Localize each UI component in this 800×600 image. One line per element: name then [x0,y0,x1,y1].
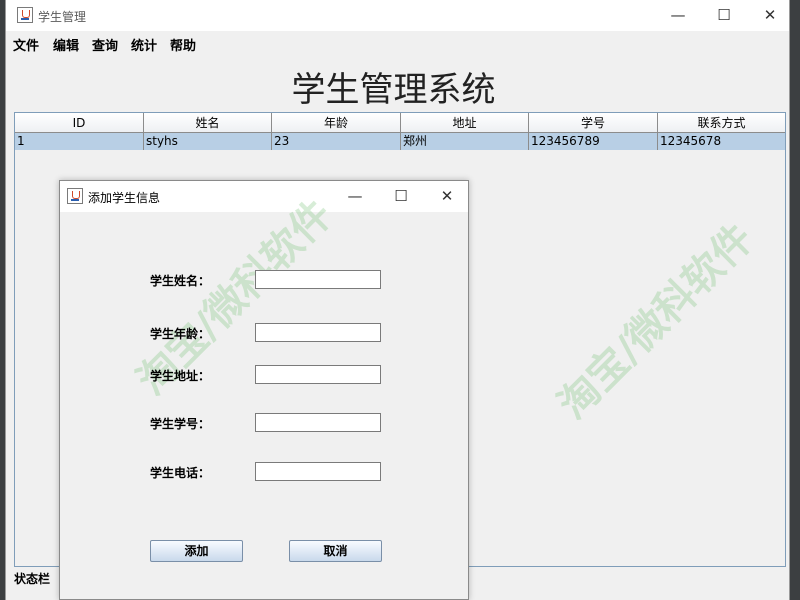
student-address-input[interactable] [255,365,381,384]
close-button[interactable]: ✕ [747,0,789,31]
dialog-maximize-button[interactable]: ☐ [378,181,424,212]
cell-age: 23 [272,133,401,150]
column-header-name[interactable]: 姓名 [144,113,272,133]
student-id-input[interactable] [255,413,381,432]
dialog-title: 添加学生信息 [88,191,161,205]
menu-bar: 文件 编辑 查询 统计 帮助 [6,31,789,54]
student-age-label: 学生年龄： [150,327,211,341]
column-header-id[interactable]: ID [15,113,144,133]
menu-help[interactable]: 帮助 [170,35,196,54]
student-name-label: 学生姓名： [150,274,211,288]
dialog-title-bar[interactable]: 添加学生信息 — ☐ ✕ [60,181,468,212]
student-id-label: 学生学号： [150,417,211,431]
status-bar: 状态栏 [14,572,51,586]
java-app-icon [67,188,83,204]
table-row[interactable]: 1 styhs 23 郑州 123456789 12345678 [15,133,785,150]
cancel-button[interactable]: 取消 [289,540,382,562]
menu-file[interactable]: 文件 [13,35,39,54]
cell-student-id: 123456789 [529,133,658,150]
java-app-icon [17,7,33,23]
add-button[interactable]: 添加 [150,540,243,562]
menu-query[interactable]: 查询 [92,35,118,54]
dialog-minimize-button[interactable]: — [332,181,378,212]
cell-address: 郑州 [401,133,529,150]
student-name-input[interactable] [255,270,381,289]
menu-edit[interactable]: 编辑 [53,35,79,54]
cell-name: styhs [144,133,272,150]
add-student-dialog: 添加学生信息 — ☐ ✕ 淘宝/微科软件 学生姓名： 学生年龄： 学生地址： 学… [59,180,469,600]
dialog-close-button[interactable]: ✕ [424,181,468,212]
column-header-contact[interactable]: 联系方式 [658,113,785,133]
cell-contact: 12345678 [660,134,722,148]
column-header-student-id[interactable]: 学号 [529,113,658,133]
table-header: ID 姓名 年龄 地址 学号 联系方式 [15,113,785,133]
column-header-age[interactable]: 年龄 [272,113,401,133]
student-age-input[interactable] [255,323,381,342]
main-window-title: 学生管理 [38,10,87,24]
maximize-button[interactable]: ☐ [701,0,747,31]
column-header-address[interactable]: 地址 [401,113,529,133]
menu-statistics[interactable]: 统计 [131,35,157,54]
system-title: 学生管理系统 [291,70,496,110]
main-title-bar[interactable]: 学生管理 — ☐ ✕ [6,0,789,31]
student-address-label: 学生地址： [150,369,211,383]
cell-id: 1 [15,133,144,150]
student-phone-input[interactable] [255,462,381,481]
minimize-button[interactable]: — [655,0,701,31]
student-phone-label: 学生电话： [150,466,211,480]
